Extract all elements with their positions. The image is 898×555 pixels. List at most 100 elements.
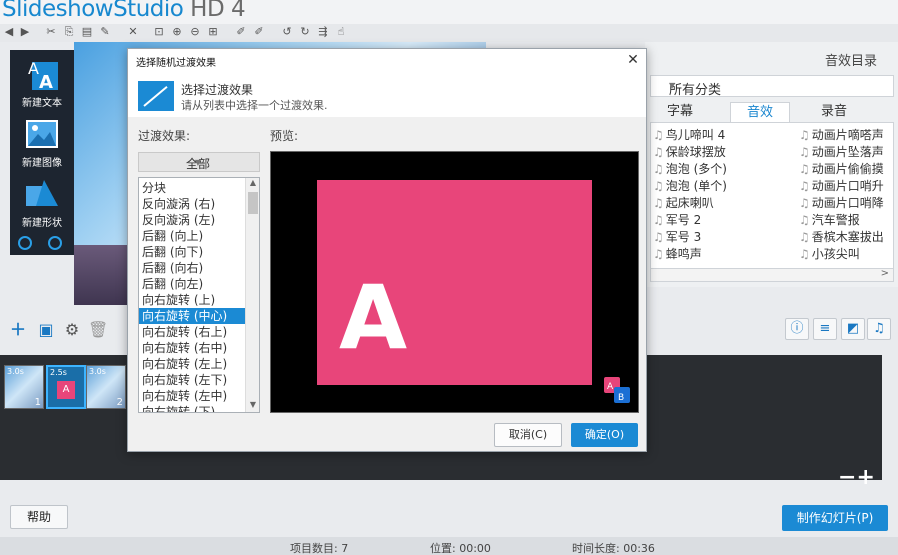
send-icon[interactable]: ⇶	[316, 25, 330, 39]
copy-icon[interactable]: ⎘	[62, 25, 76, 39]
paste-icon[interactable]: ▤	[80, 25, 94, 39]
forward-icon[interactable]: ▶	[18, 25, 32, 39]
tool-a-icon[interactable]: ✐	[234, 25, 248, 39]
rotate-right-icon[interactable]: ↻	[298, 25, 312, 39]
list-item[interactable]: 向右旋转 (下)	[139, 404, 245, 412]
list-item[interactable]: ♫ 动画片嘀嗒声	[799, 126, 884, 143]
list-item[interactable]: 向右旋转 (左中)	[139, 388, 245, 404]
list-item[interactable]: 后翻 (向右)	[139, 260, 245, 276]
list-item[interactable]: ♫ 香槟木塞拔出	[799, 228, 884, 245]
effect-list-scrollbar[interactable]: ▲ ▼	[245, 178, 259, 412]
help-button[interactable]: 帮助	[10, 505, 68, 529]
svg-text:A: A	[39, 72, 53, 92]
timeline-transition-selected[interactable]: 2.5s A	[46, 365, 86, 409]
sound-list-scrollbar[interactable]: >	[650, 268, 894, 282]
list-item-selected[interactable]: 向右旋转 (中心)	[139, 308, 245, 324]
app-brand: SlideshowStudio HD 4	[2, 0, 246, 22]
list-item[interactable]: ♫ 鸟儿啼叫 4	[653, 126, 725, 143]
list-item[interactable]: 向右旋转 (左上)	[139, 356, 245, 372]
list-item[interactable]: ♫ 蜂鸣声	[653, 245, 702, 262]
edit-icon[interactable]: ✎	[98, 25, 112, 39]
trash-icon[interactable]: 🗑	[88, 320, 108, 340]
list-item[interactable]: 向右旋转 (右中)	[139, 340, 245, 356]
list-item[interactable]: ♫ 动画片口哨升	[799, 177, 884, 194]
chevron-down-icon[interactable]: ▼	[246, 400, 259, 412]
list-item[interactable]: ♫ 保龄球摆放	[653, 143, 726, 160]
clip-duration: 2.5s	[50, 368, 67, 377]
list-item[interactable]: ♫ 军号 2	[653, 211, 701, 228]
tab-sound-effects[interactable]: 音效	[730, 102, 790, 122]
ok-button[interactable]: 确定(O)	[571, 423, 638, 447]
app-title-bar: SlideshowStudio HD 4	[0, 0, 898, 24]
list-item[interactable]: 向右旋转 (右上)	[139, 324, 245, 340]
list-item[interactable]: ♫ 小孩尖叫	[799, 245, 860, 262]
zoom-out-icon[interactable]: ⊖	[188, 25, 202, 39]
list-item[interactable]: 向右旋转 (左下)	[139, 372, 245, 388]
timeline-clip[interactable]: 3.0s 2	[86, 365, 126, 409]
music-note-icon: ♫	[653, 128, 664, 142]
music-note-icon: ♫	[799, 213, 810, 227]
list-item[interactable]: ♫ 泡泡 (单个)	[653, 177, 727, 194]
delete-icon[interactable]: ✕	[126, 25, 140, 39]
tab-recording[interactable]: 录音	[804, 102, 864, 122]
sound-panel-title: 音效目录	[825, 54, 878, 69]
list-item[interactable]: 后翻 (向左)	[139, 276, 245, 292]
list-item[interactable]: ♫ 动画片口哨降	[799, 194, 884, 211]
info-icon[interactable]: ⓘ	[785, 318, 809, 340]
scrollbar-thumb[interactable]	[248, 192, 258, 214]
list-item[interactable]: 后翻 (向上)	[139, 228, 245, 244]
gear-icon[interactable]: ⚙	[62, 320, 82, 340]
text-icon: A A	[28, 59, 58, 92]
zoom-out-icon[interactable]: −	[838, 465, 856, 490]
list-item[interactable]: ♫ 泡泡 (多个)	[653, 160, 727, 177]
add-image-icon[interactable]: ▣	[36, 320, 56, 340]
close-icon[interactable]: ✕	[624, 51, 642, 69]
list-item[interactable]: 反向漩涡 (右)	[139, 196, 245, 212]
transition-icon	[138, 81, 174, 111]
tab-captions[interactable]: 字幕	[650, 102, 710, 122]
effect-category-select[interactable]: 全部 ▼	[138, 152, 260, 172]
list-item[interactable]: 分块	[139, 180, 245, 196]
zoom-in-icon[interactable]: ⊕	[170, 25, 184, 39]
new-shape-button[interactable]: 新建形状	[10, 172, 74, 232]
list-item[interactable]: 后翻 (向下)	[139, 244, 245, 260]
effects-label: 过渡效果:	[138, 129, 191, 143]
caption-icon[interactable]: ≡	[813, 318, 837, 340]
status-duration: 时间长度: 00:36	[572, 542, 655, 555]
list-item[interactable]: ♫ 军号 3	[653, 228, 701, 245]
timeline-scrollbar[interactable]	[882, 355, 898, 480]
sound-category-select[interactable]: 所有分类 ▼	[650, 75, 894, 98]
list-item[interactable]: ♫ 动画片偷偷摸	[799, 160, 884, 177]
zoom-in-icon[interactable]: +	[856, 465, 874, 490]
rotate-left-icon[interactable]	[18, 236, 32, 250]
music-icon[interactable]: ♫	[867, 318, 891, 340]
music-note-icon: ♫	[799, 247, 810, 261]
new-text-button[interactable]: A A 新建文本	[10, 52, 74, 112]
timeline-clip[interactable]: 3.0s 1	[4, 365, 44, 409]
cancel-button[interactable]: 取消(C)	[494, 423, 562, 447]
tool-b-icon[interactable]: ✐	[252, 25, 266, 39]
music-note-icon: ♫	[799, 196, 810, 210]
chevron-up-icon[interactable]: ▲	[246, 178, 259, 190]
rotate-right-icon[interactable]	[48, 236, 62, 250]
list-item[interactable]: ♫ 汽车警报	[799, 211, 860, 228]
add-icon[interactable]: ＋	[8, 320, 28, 340]
new-image-label: 新建图像	[22, 158, 62, 169]
zoom-fit-icon[interactable]: ⊡	[152, 25, 166, 39]
chevron-right-icon[interactable]: >	[881, 268, 889, 279]
list-item[interactable]: 向右旋转 (上)	[139, 292, 245, 308]
list-item[interactable]: 反向漩涡 (左)	[139, 212, 245, 228]
music-note-icon: ♫	[653, 179, 664, 193]
cut-icon[interactable]: ✂	[44, 25, 58, 39]
chevron-down-icon: ▼	[194, 158, 202, 167]
ab-logo-icon: A B	[604, 377, 630, 403]
pointer-icon[interactable]: ☝	[334, 25, 348, 39]
rotate-left-icon[interactable]: ↺	[280, 25, 294, 39]
list-item[interactable]: ♫ 动画片坠落声	[799, 143, 884, 160]
zoom-actual-icon[interactable]: ⊞	[206, 25, 220, 39]
new-image-button[interactable]: 新建图像	[10, 112, 74, 172]
make-slideshow-button[interactable]: 制作幻灯片(P)	[782, 505, 888, 531]
back-icon[interactable]: ◀	[2, 25, 16, 39]
list-item[interactable]: ♫ 起床喇叭	[653, 194, 714, 211]
transition-icon[interactable]: ◩	[841, 318, 865, 340]
